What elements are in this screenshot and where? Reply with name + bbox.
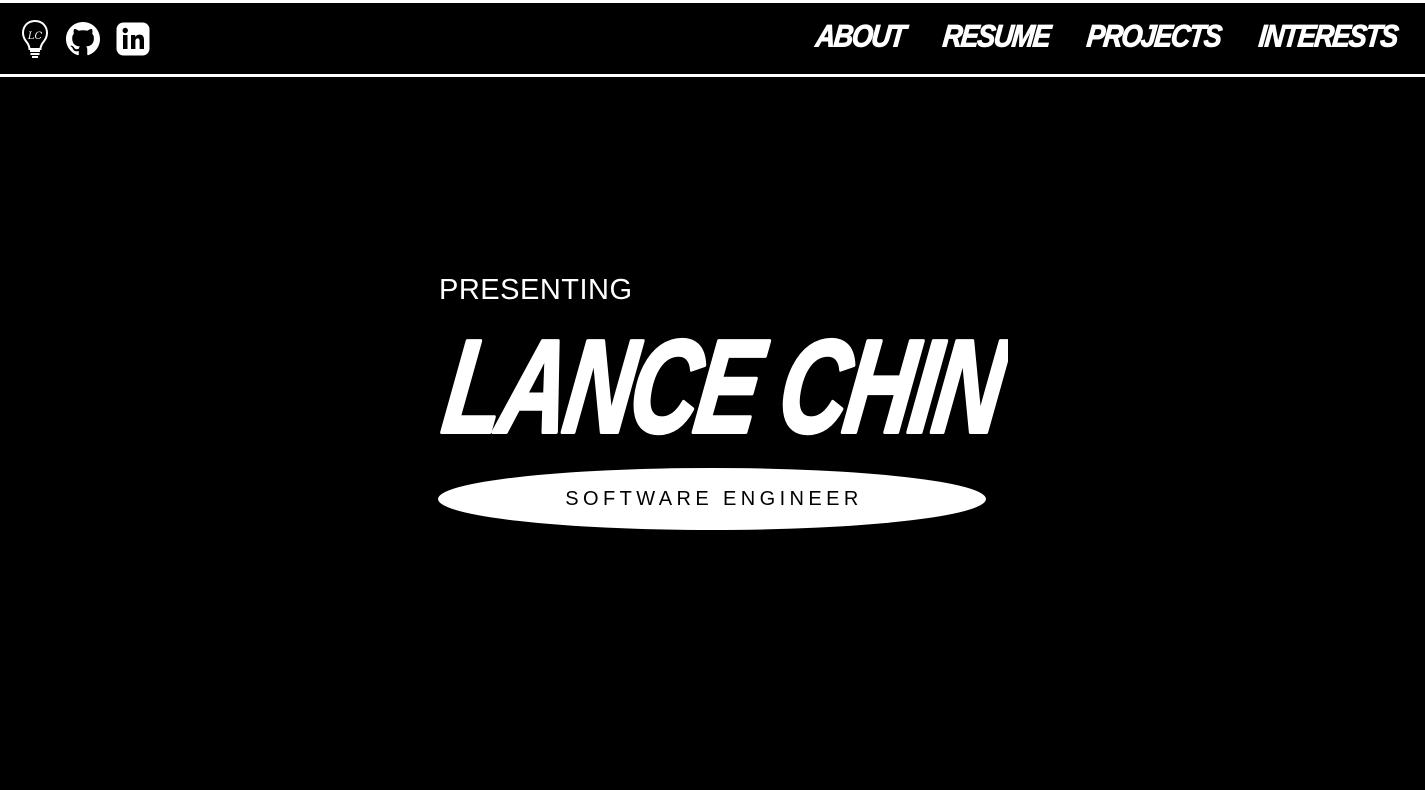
hero-section: PRESENTING LANCE CHIN SOFTWARE ENGINEER	[438, 272, 1008, 530]
main-nav: ABOUT RESUME PROJECTS INTERESTS	[778, 18, 1400, 55]
social-icons: LC	[20, 17, 166, 61]
github-icon	[66, 22, 100, 56]
nav-link-about[interactable]: ABOUT	[814, 18, 907, 55]
lightbulb-logo-icon: LC	[20, 19, 50, 59]
top-navbar: LC ABOUT RESUME PROJECTS INTERESTS	[0, 0, 1425, 77]
hero-name-text: LANCE CHIN	[438, 318, 1008, 446]
logo-initials: LC	[27, 31, 43, 42]
role-badge: SOFTWARE ENGINEER	[438, 468, 986, 530]
nav-link-projects[interactable]: PROJECTS	[1085, 18, 1223, 55]
linkedin-icon	[116, 22, 150, 56]
hero-eyebrow: PRESENTING	[439, 274, 633, 306]
role-text: SOFTWARE ENGINEER	[565, 487, 863, 510]
nav-link-resume[interactable]: RESUME	[941, 18, 1052, 55]
github-link[interactable]	[66, 22, 100, 56]
linkedin-link[interactable]	[116, 22, 150, 56]
nav-link-interests[interactable]: INTERESTS	[1257, 18, 1400, 55]
hero-name: LANCE CHIN	[438, 318, 1008, 446]
logo-link[interactable]: LC	[20, 19, 50, 59]
